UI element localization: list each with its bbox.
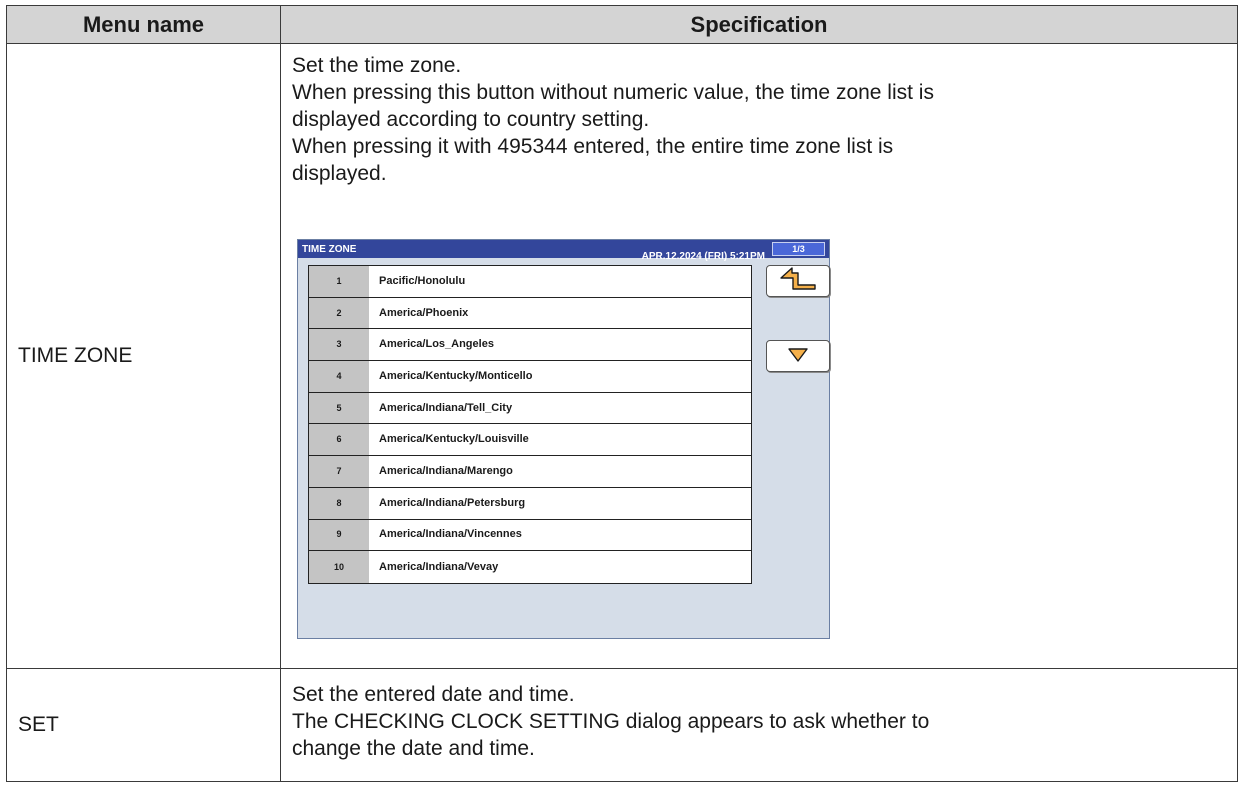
spec-line: The CHECKING CLOCK SETTING dialog appear… [292,710,930,733]
screen-title: TIME ZONE [302,243,357,255]
time-zone-item[interactable]: 9 America/Indiana/Vincennes [309,519,751,552]
triangle-down-icon [787,343,809,370]
time-zone-name: Pacific/Honolulu [369,266,751,297]
spec-line: Set the time zone. [292,54,462,77]
time-zone-name: America/Los_Angeles [369,329,751,361]
time-zone-name: America/Kentucky/Monticello [369,361,751,392]
item-number: 7 [309,456,369,487]
spec-table: Menu name Specification TIME ZONE Set th… [6,5,1238,782]
time-zone-item[interactable]: 1 Pacific/Honolulu [309,266,751,298]
item-number: 6 [309,424,369,456]
time-zone-name: America/Indiana/Vevay [369,551,751,583]
page-indicator: 1/3 [772,242,825,256]
back-button[interactable] [766,265,830,297]
time-zone-name: America/Indiana/Marengo [369,456,751,487]
spec-line: change the date and time. [292,737,535,760]
item-number: 1 [309,266,369,297]
item-number: 8 [309,487,369,519]
spec-line: Set the entered date and time. [292,683,575,706]
table-row: TIME ZONE Set the time zone. When pressi… [7,44,1237,669]
return-arrow-icon [779,266,817,297]
header-menu-name: Menu name [7,6,281,44]
time-zone-name: America/Kentucky/Louisville [369,424,751,456]
item-number: 4 [309,361,369,392]
time-zone-item[interactable]: 2 America/Phoenix [309,297,751,330]
spec-line: When pressing it with 495344 entered, th… [292,135,894,158]
spec-line: displayed. [292,162,387,185]
time-zone-name: America/Indiana/Tell_City [369,392,751,424]
header-specification: Specification [281,6,1237,44]
time-zone-item[interactable]: 3 America/Los_Angeles [309,329,751,362]
spec-line: displayed according to country setting. [292,108,650,131]
scroll-down-button[interactable] [766,340,830,372]
item-number: 2 [309,297,369,329]
item-number: 3 [309,329,369,361]
time-zone-item[interactable]: 7 America/Indiana/Marengo [309,456,751,488]
time-zone-name: America/Indiana/Vincennes [369,519,751,551]
specification-cell: Set the entered date and time. The CHECK… [281,669,1237,781]
specification-cell: Set the time zone. When pressing this bu… [281,44,1237,668]
time-zone-name: America/Phoenix [369,297,751,329]
item-number: 9 [309,519,369,551]
time-zone-item[interactable]: 8 America/Indiana/Petersburg [309,487,751,520]
menu-name-cell: SET [7,669,281,781]
item-number: 10 [309,551,369,583]
menu-name-cell: TIME ZONE [7,44,281,668]
time-zone-list: 1 Pacific/Honolulu 2 America/Phoenix 3 Americ… [308,265,752,584]
table-row: SET Set the entered date and time. The C… [7,669,1237,781]
time-zone-item[interactable]: 10 America/Indiana/Vevay [309,551,751,583]
screen-title-bar: TIME ZONE APR.12.2024 (FRI) 5:21PM 1/3 [298,240,829,262]
time-zone-item[interactable]: 4 America/Kentucky/Monticello [309,361,751,393]
time-zone-name: America/Indiana/Petersburg [369,487,751,519]
item-number: 5 [309,392,369,424]
time-zone-item[interactable]: 6 America/Kentucky/Louisville [309,424,751,457]
spec-line: When pressing this button without numeri… [292,81,934,104]
time-zone-item[interactable]: 5 America/Indiana/Tell_City [309,392,751,425]
time-zone-screen: TIME ZONE APR.12.2024 (FRI) 5:21PM 1/3 1… [297,239,830,639]
